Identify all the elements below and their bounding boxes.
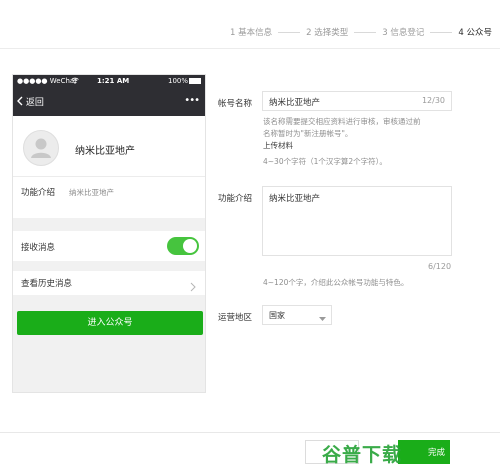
region-select[interactable]: 国家 (262, 305, 332, 325)
receive-toggle[interactable] (167, 237, 199, 255)
back-label: 返回 (25, 98, 44, 108)
avatar (23, 130, 59, 166)
toggle-knob (183, 239, 197, 253)
enter-account-button[interactable]: 进入公众号 (17, 311, 203, 335)
region-label: 运营地区 (218, 313, 253, 323)
step-1: 1 基本信息 (230, 28, 273, 38)
upload-link[interactable]: 上传材料 (263, 140, 463, 152)
name-label: 帐号名称 (218, 99, 253, 109)
phone-preview: ●●●●● WeChat 1:21 AM 100% 返回 ••• 纳米比亚地产 … (12, 74, 206, 393)
receive-messages-row: 接收消息 (13, 231, 205, 261)
divider (13, 176, 205, 177)
more-icon[interactable]: ••• (184, 95, 200, 106)
back-button[interactable]: 返回 (17, 96, 44, 109)
wifi-icon (71, 77, 79, 86)
user-icon (31, 138, 51, 158)
intro-rule: 4~120个字，介绍此公众帐号功能与特色。 (263, 278, 409, 287)
clock: 1:21 AM (97, 77, 130, 85)
step-connector (278, 31, 301, 33)
name-hint-line1: 该名称需要提交相应资料进行审核，审核通过前 (263, 117, 421, 126)
account-name: 纳米比亚地产 (75, 146, 135, 157)
watermark: 谷普下载 (322, 444, 403, 466)
complete-label: 完成 (428, 448, 446, 458)
intro-textarea[interactable]: 纳米比亚地产 (262, 186, 452, 256)
complete-button[interactable]: 完成 (398, 440, 450, 464)
name-rule: 4~30个字符（1个汉字算2个字符）。 (263, 157, 387, 166)
carrier-label: ●●●●● WeChat (17, 77, 77, 85)
name-hint: 该名称需要提交相应资料进行审核，审核通过前 名称暂时为"新注册帐号"。 上传材料… (263, 116, 463, 168)
step-4: 4 公众号 (458, 28, 492, 38)
step-indicator: 1 基本信息 2 选择类型 3 信息登记 4 公众号 (230, 22, 492, 42)
footer-divider (0, 432, 500, 433)
intro-value: 纳米比亚地产 (69, 188, 114, 197)
chevron-right-icon (190, 277, 196, 296)
step-connector (354, 31, 377, 33)
intro-field-label: 功能介绍 (218, 194, 253, 204)
receive-label: 接收消息 (21, 243, 56, 253)
header-divider (0, 48, 500, 49)
region-value: 国家 (269, 311, 285, 320)
chevron-down-icon (319, 314, 326, 323)
name-hint-line2: 名称暂时为"新注册帐号"。 (263, 129, 353, 138)
chevron-left-icon (17, 96, 23, 106)
battery-label: 100% (168, 77, 189, 85)
name-input[interactable]: 纳米比亚地产 12/30 (262, 91, 452, 111)
step-3: 3 信息登记 (382, 28, 425, 38)
battery-icon (189, 78, 201, 84)
step-2: 2 选择类型 (306, 28, 349, 38)
intro-label: 功能介绍 (21, 188, 56, 198)
profile-card: 纳米比亚地产 功能介绍 纳米比亚地产 (13, 116, 205, 218)
intro-count: 6/120 (428, 262, 452, 271)
history-row[interactable]: 查看历史消息 (13, 271, 205, 296)
step-connector (430, 31, 453, 33)
name-value: 纳米比亚地产 (269, 98, 321, 108)
nav-bar: 返回 ••• (13, 89, 205, 116)
intro-field-value: 纳米比亚地产 (269, 194, 321, 204)
name-count: 12/30 (421, 96, 445, 105)
status-bar: ●●●●● WeChat 1:21 AM 100% (13, 75, 205, 89)
history-label: 查看历史消息 (21, 279, 73, 289)
